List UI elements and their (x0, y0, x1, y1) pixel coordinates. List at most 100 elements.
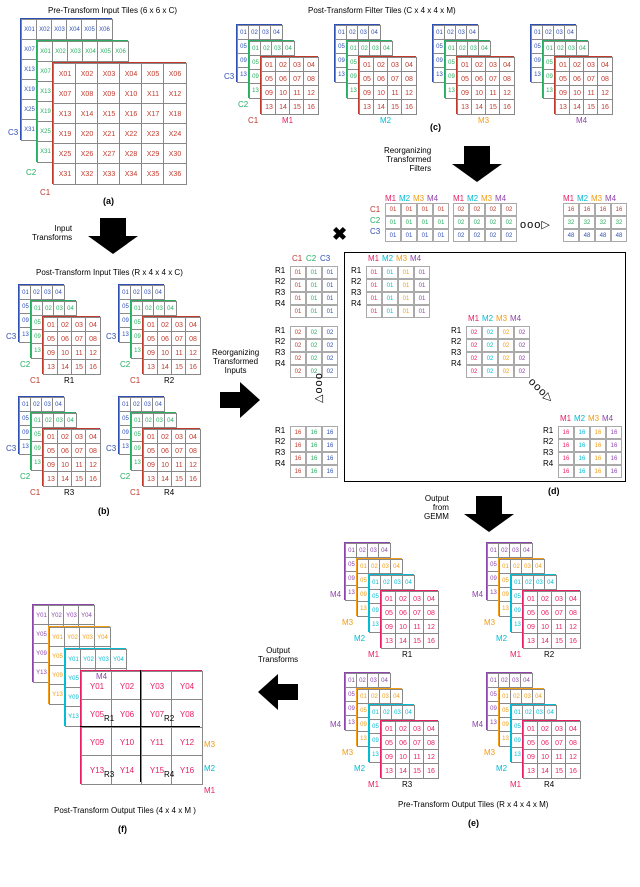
gemm-out-16: 16161616161616161616161616161616 (558, 426, 622, 478)
grid-cell: X33 (97, 163, 121, 185)
grid-cell: 16 (499, 99, 515, 115)
grid-cell: 16 (85, 359, 101, 375)
grid-cell: X29 (141, 143, 165, 165)
reorg-filter-block1: M1M2M3M4 010101010101010101010101 (385, 194, 449, 242)
grid-cell: 16 (85, 471, 101, 487)
mult-icon: ✖ (332, 224, 347, 245)
grid-cell: X17 (141, 103, 165, 125)
grid-cell: X34 (119, 163, 143, 185)
arrow-input-transforms-label: Input Transforms (32, 224, 72, 242)
grid-cell: Y05 (81, 699, 113, 729)
title-c: Post-Transform Filter Tiles (C x 4 x 4 x… (308, 6, 456, 15)
reorg-filter-block2: M1M2M3M4 020202020202020202020202 (453, 194, 517, 242)
grid-cell: Y07 (141, 699, 173, 729)
arrow-output-gemm-label: Output from GEMM (424, 494, 449, 521)
grid-cell: X32 (75, 163, 99, 185)
arrow-reorg-filters-label: Reorganizing Transformed Filters (384, 146, 431, 173)
grid-cell: X10 (119, 83, 143, 105)
grid-cell: Y16 (171, 755, 203, 785)
grid-cell: X13 (53, 103, 77, 125)
grid-cell: X08 (75, 83, 99, 105)
grid-cell: Y04 (110, 649, 127, 670)
grid-cell: X07 (53, 83, 77, 105)
grid-cell: Y10 (111, 727, 143, 757)
sublabel-d: (d) (548, 486, 560, 496)
grid-cell: Y04 (94, 627, 111, 648)
grid-cell: X11 (141, 83, 165, 105)
grid-cell: Y06 (111, 699, 143, 729)
grid-cell: Y15 (141, 755, 173, 785)
filter-vdots: ooo▷ (520, 218, 551, 231)
title-b: Post-Transform Input Tiles (R x 4 x 4 x … (36, 268, 183, 277)
sublabel-b: (b) (98, 506, 110, 516)
reorg-filter-16-rows: 161616163232323248484848 (563, 203, 627, 242)
f-front: Y01Y02Y03Y04Y05Y06Y07Y08Y09Y10Y11Y12Y13Y… (80, 670, 202, 784)
grid-cell: Y13 (81, 755, 113, 785)
title-e: Pre-Transform Output Tiles (R x 4 x 4 x … (398, 800, 548, 809)
label-a-c1: C1 (40, 188, 50, 197)
grid-cell: Y12 (171, 727, 203, 757)
grid-cell: 16 (185, 359, 201, 375)
reorg-filter-2-rows: 020202020202020202020202 (453, 203, 517, 242)
sublabel-e: (e) (468, 818, 479, 828)
grid-cell: 16 (401, 99, 417, 115)
grid-cell: X25 (53, 143, 77, 165)
grid-cell: X20 (75, 123, 99, 145)
grid-cell: 16 (565, 633, 581, 649)
grid-cell: X35 (141, 163, 165, 185)
grid-cell: X01 (53, 63, 77, 85)
grid-cell: 16 (423, 633, 439, 649)
arrow-reorg-inputs-label: Reorganizing Transformed Inputs (212, 348, 259, 375)
grid-cell: Y04 (171, 671, 203, 701)
arrow-output-transforms-label: Output Transforms (258, 646, 298, 664)
sublabel-c: (c) (430, 122, 441, 132)
grid-cell: X24 (163, 123, 187, 145)
grid-cell: X26 (75, 143, 99, 165)
reorg-input-block2: 020202020202020202020202 (290, 326, 338, 378)
gemm-out-1: 01010101010101010101010101010101 (366, 266, 430, 318)
arrow-output-gemm (464, 496, 514, 532)
reorg-input-block16: 161616161616161616161616 (290, 426, 338, 478)
grid-cell: X16 (119, 103, 143, 125)
winograd-diagram: Pre-Transform Input Tiles (6 x 6 x C) X0… (8, 8, 632, 879)
grid-cell: X21 (97, 123, 121, 145)
grid-cell: X12 (163, 83, 187, 105)
grid-cell: X30 (163, 143, 187, 165)
grid-cell: X04 (119, 63, 143, 85)
grid-cell: Y11 (141, 727, 173, 757)
arrow-output-transforms (258, 674, 298, 710)
grid-cell: X14 (75, 103, 99, 125)
grid-cell: Y03 (141, 671, 173, 701)
title-a: Pre-Transform Input Tiles (6 x 6 x C) (48, 6, 177, 15)
grid-cell: Y14 (111, 755, 143, 785)
grid-cell: 16 (185, 471, 201, 487)
grid-cell: X06 (112, 41, 129, 63)
reorg-input-vdots: ooo▽ (313, 373, 326, 404)
reorg-filter-1-rows: 010101010101010101010101 (385, 203, 449, 242)
grid-cell: 16 (423, 763, 439, 779)
grid-cell: X27 (97, 143, 121, 165)
grid-cell: Y04 (78, 605, 95, 626)
grid-cell: X05 (141, 63, 165, 85)
grid-cell: 16 (597, 99, 613, 115)
grid-cell: X09 (97, 83, 121, 105)
sublabel-f: (f) (118, 824, 127, 834)
grid-a-c1: X01X02X03X04X05X06X07X08X09X10X11X12X13X… (52, 62, 186, 184)
grid-cell: Y02 (111, 671, 143, 701)
grid-cell: X18 (163, 103, 187, 125)
grid-cell: X06 (96, 19, 113, 41)
grid-cell: X02 (75, 63, 99, 85)
arrow-reorg-filters (452, 146, 502, 182)
label-a-c2: C2 (26, 168, 36, 177)
grid-cell: X31 (53, 163, 77, 185)
b-r1-c1: 01020304050607080910111213141516 (42, 316, 100, 374)
grid-cell: X19 (53, 123, 77, 145)
grid-cell: X22 (119, 123, 143, 145)
grid-cell: Y09 (81, 727, 113, 757)
sublabel-a: (a) (103, 196, 114, 206)
label-a-c3: C3 (8, 128, 18, 137)
grid-cell: X15 (97, 103, 121, 125)
arrow-reorg-inputs (220, 382, 260, 418)
grid-cell: X03 (97, 63, 121, 85)
grid-cell: X36 (163, 163, 187, 185)
